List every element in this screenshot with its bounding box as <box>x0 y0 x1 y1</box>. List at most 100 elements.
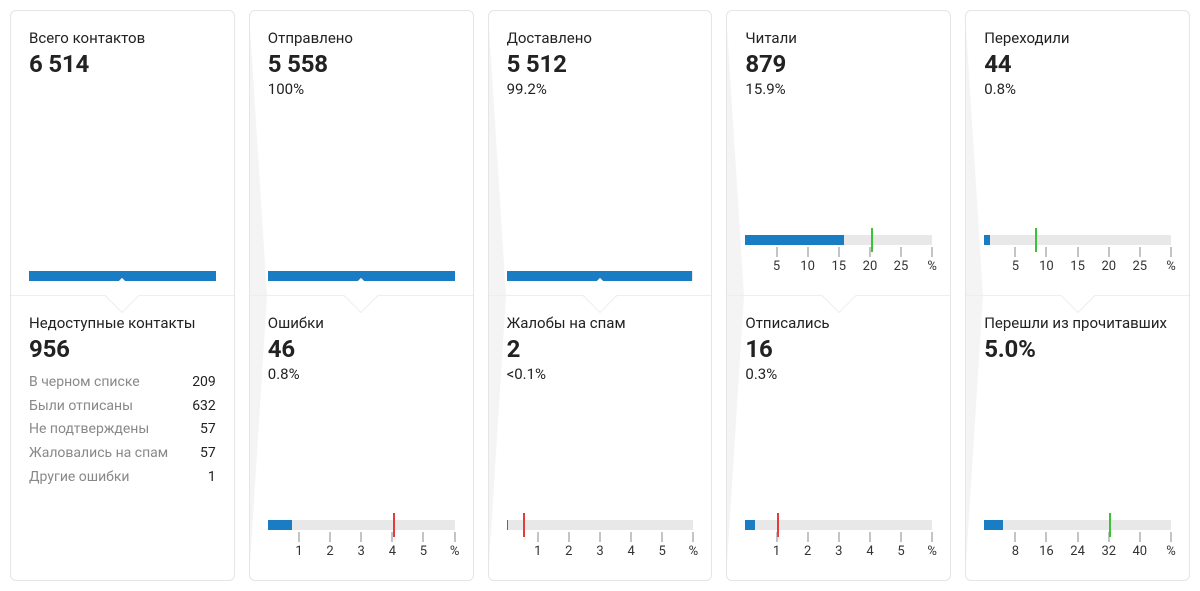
tick-line <box>423 532 424 542</box>
tick: % <box>454 532 455 542</box>
tick-label: 20 <box>1101 259 1116 274</box>
notch-icon <box>92 295 152 313</box>
tick-line <box>1077 247 1078 257</box>
bar <box>29 271 216 281</box>
tick: 2 <box>330 532 331 542</box>
tick: 20 <box>1108 247 1109 257</box>
tick: % <box>1170 532 1171 542</box>
tick-line <box>900 247 901 257</box>
tick: 8 <box>1015 532 1016 542</box>
tick: 5 <box>1015 247 1016 257</box>
tick: 4 <box>392 532 393 542</box>
tick-line <box>1015 247 1016 257</box>
tick: 10 <box>1046 247 1047 257</box>
tick-line <box>1046 247 1047 257</box>
notch-icon <box>809 295 869 313</box>
axis: 510152025% <box>745 247 932 281</box>
tick-line <box>454 532 455 542</box>
value: 57 <box>200 418 216 442</box>
tick-line <box>330 532 331 542</box>
tick-label: 32 <box>1101 544 1116 559</box>
tick-label: 5 <box>773 259 780 274</box>
tick-line <box>1015 532 1016 542</box>
col-contacts: Всего контактов 6 514 Недоступные контак… <box>10 10 235 581</box>
bar <box>507 520 694 530</box>
title: Ошибки <box>268 314 455 333</box>
list-item: Не подтверждены57 <box>29 418 216 442</box>
bar-fill <box>29 271 216 281</box>
tick-label: 10 <box>800 259 815 274</box>
tick-line <box>776 532 777 542</box>
tick-line <box>662 532 663 542</box>
tick-line <box>776 247 777 257</box>
tick-label: 8 <box>1012 544 1019 559</box>
tick-line <box>1077 532 1078 542</box>
card-unsubscribed: Отписались 16 0.3% 12345% <box>727 295 950 580</box>
notch-icon <box>570 295 630 313</box>
card-errors: Ошибки 46 0.8% 12345% <box>250 295 473 580</box>
tick-label: 5 <box>1012 259 1019 274</box>
notch-icon <box>331 295 391 313</box>
tick-line <box>1139 247 1140 257</box>
tick-label: 5 <box>659 544 666 559</box>
tick: 3 <box>838 532 839 542</box>
bar <box>984 520 1171 530</box>
tick-line <box>361 532 362 542</box>
tick: 1 <box>776 532 777 542</box>
tick-label: 2 <box>565 544 572 559</box>
tick-label: 1 <box>295 544 302 559</box>
tick-label: 4 <box>628 544 635 559</box>
tick: 5 <box>423 532 424 542</box>
value: 879 <box>745 50 932 78</box>
list-item: Были отписаны632 <box>29 395 216 419</box>
tick-line <box>932 532 933 542</box>
tick-line <box>298 532 299 542</box>
tick-line <box>392 532 393 542</box>
tick: 32 <box>1108 532 1109 542</box>
tick-line <box>838 247 839 257</box>
bar-fill <box>745 520 754 530</box>
bar-fill <box>984 520 1003 530</box>
list-item: Жаловались на спам57 <box>29 442 216 466</box>
axis: 816243240% <box>984 532 1171 566</box>
card-delivered: Доставлено 5 512 99.2% <box>489 11 712 295</box>
tick: % <box>693 532 694 542</box>
tick-line <box>900 532 901 542</box>
axis: 12345% <box>268 532 455 566</box>
label: Жаловались на спам <box>29 442 168 466</box>
tick-label: 5 <box>897 544 904 559</box>
tick-label: % <box>927 544 937 559</box>
tick-line <box>693 532 694 542</box>
bar-fill <box>268 520 292 530</box>
title: Жалобы на спам <box>507 314 694 333</box>
card-clicked: Переходили 44 0.8% 510152025% <box>966 11 1189 295</box>
label: Другие ошибки <box>29 466 129 490</box>
title: Отписались <box>745 314 932 333</box>
tick-label: 3 <box>596 544 603 559</box>
tick-line <box>537 532 538 542</box>
percent: 0.3% <box>745 365 932 383</box>
bar <box>745 520 932 530</box>
tick: 15 <box>838 247 839 257</box>
tick: 3 <box>599 532 600 542</box>
list-item: В черном списке209 <box>29 371 216 395</box>
value: 44 <box>984 50 1171 78</box>
tick-label: 24 <box>1070 544 1085 559</box>
tick: 10 <box>807 247 808 257</box>
tick: 15 <box>1077 247 1078 257</box>
title: Всего контактов <box>29 29 216 48</box>
tick: 24 <box>1077 532 1078 542</box>
tick: 4 <box>869 532 870 542</box>
card-total-contacts: Всего контактов 6 514 <box>11 11 234 295</box>
tick: % <box>1170 247 1171 257</box>
bar <box>268 520 455 530</box>
label: В черном списке <box>29 371 140 395</box>
tick-label: 1 <box>534 544 541 559</box>
tick-label: 4 <box>866 544 873 559</box>
tick-label: 10 <box>1039 259 1054 274</box>
percent: 99.2% <box>507 80 694 98</box>
tick: 4 <box>631 532 632 542</box>
title: Недоступные контакты <box>29 314 216 333</box>
title: Переходили <box>984 29 1171 48</box>
bar-fill <box>507 271 692 281</box>
